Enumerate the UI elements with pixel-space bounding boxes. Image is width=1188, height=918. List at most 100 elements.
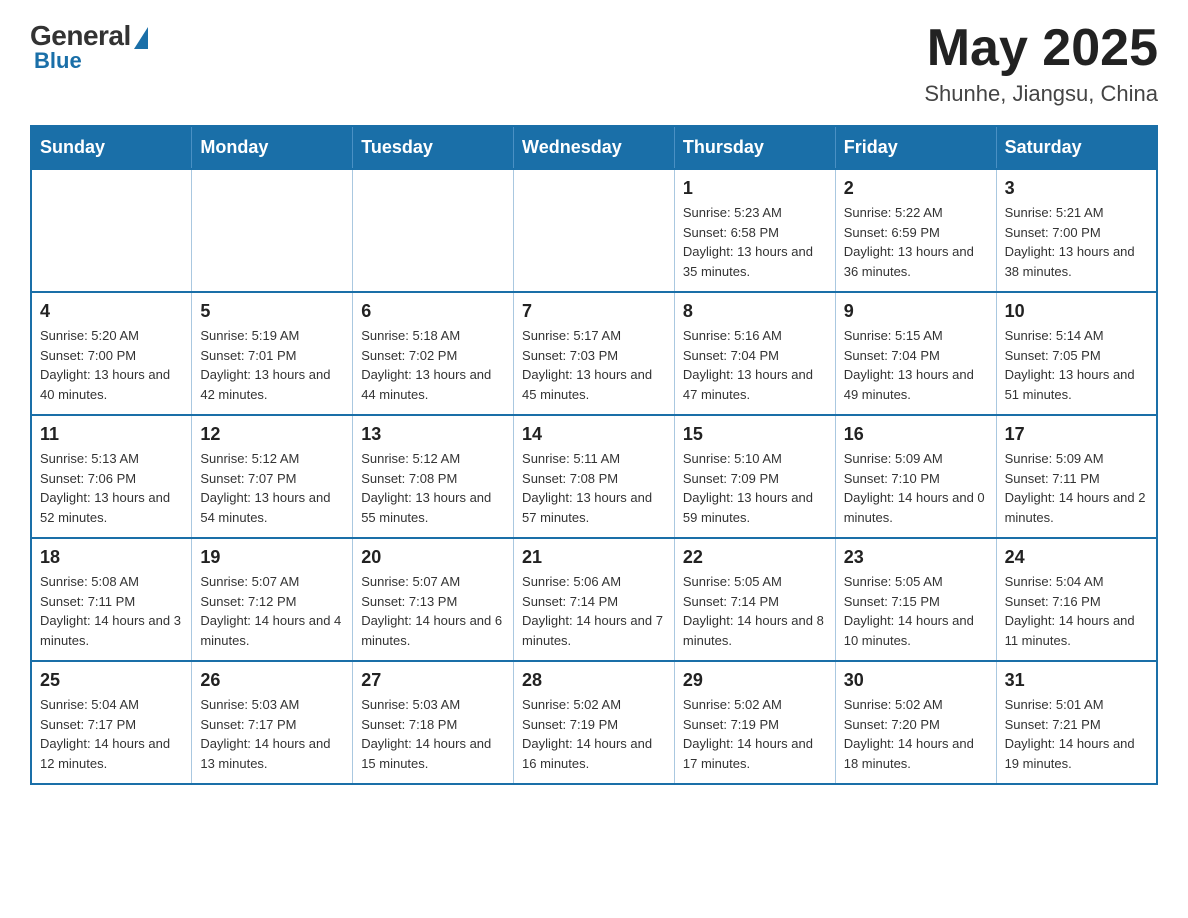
day-info: Sunrise: 5:23 AM Sunset: 6:58 PM Dayligh… xyxy=(683,203,827,281)
day-info: Sunrise: 5:09 AM Sunset: 7:10 PM Dayligh… xyxy=(844,449,988,527)
day-number: 24 xyxy=(1005,547,1148,568)
day-number: 21 xyxy=(522,547,666,568)
day-number: 23 xyxy=(844,547,988,568)
calendar-cell: 12 Sunrise: 5:12 AM Sunset: 7:07 PM Dayli… xyxy=(192,415,353,538)
day-info: Sunrise: 5:07 AM Sunset: 7:12 PM Dayligh… xyxy=(200,572,344,650)
page-header: General Blue May 2025 Shunhe, Jiangsu, C… xyxy=(30,20,1158,107)
calendar-week-row: 1 Sunrise: 5:23 AM Sunset: 6:58 PM Daylig… xyxy=(31,169,1157,292)
day-number: 22 xyxy=(683,547,827,568)
calendar-cell: 24Sunrise: 5:04 AM Sunset: 7:16 PM Dayli… xyxy=(996,538,1157,661)
calendar-cell: 2 Sunrise: 5:22 AM Sunset: 6:59 PM Daylig… xyxy=(835,169,996,292)
calendar-cell: 23 Sunrise: 5:05 AM Sunset: 7:15 PM Dayli… xyxy=(835,538,996,661)
location: Shunhe, Jiangsu, China xyxy=(924,81,1158,107)
day-number: 16 xyxy=(844,424,988,445)
day-info: Sunrise: 5:03 AM Sunset: 7:18 PM Dayligh… xyxy=(361,695,505,773)
calendar-cell: 21Sunrise: 5:06 AM Sunset: 7:14 PM Dayli… xyxy=(514,538,675,661)
calendar-cell: 31Sunrise: 5:01 AM Sunset: 7:21 PM Dayli… xyxy=(996,661,1157,784)
day-info: Sunrise: 5:10 AM Sunset: 7:09 PM Dayligh… xyxy=(683,449,827,527)
day-number: 25 xyxy=(40,670,183,691)
calendar-cell: 20Sunrise: 5:07 AM Sunset: 7:13 PM Dayli… xyxy=(353,538,514,661)
day-number: 3 xyxy=(1005,178,1148,199)
day-info: Sunrise: 5:07 AM Sunset: 7:13 PM Dayligh… xyxy=(361,572,505,650)
calendar-cell: 17Sunrise: 5:09 AM Sunset: 7:11 PM Dayli… xyxy=(996,415,1157,538)
day-number: 28 xyxy=(522,670,666,691)
weekday-header-saturday: Saturday xyxy=(996,126,1157,169)
day-number: 12 xyxy=(200,424,344,445)
calendar-cell: 18 Sunrise: 5:08 AM Sunset: 7:11 PM Dayli… xyxy=(31,538,192,661)
day-info: Sunrise: 5:02 AM Sunset: 7:19 PM Dayligh… xyxy=(522,695,666,773)
day-info: Sunrise: 5:02 AM Sunset: 7:19 PM Dayligh… xyxy=(683,695,827,773)
calendar-cell: 14Sunrise: 5:11 AM Sunset: 7:08 PM Dayli… xyxy=(514,415,675,538)
calendar-header-row: SundayMondayTuesdayWednesdayThursdayFrid… xyxy=(31,126,1157,169)
day-number: 1 xyxy=(683,178,827,199)
day-info: Sunrise: 5:03 AM Sunset: 7:17 PM Dayligh… xyxy=(200,695,344,773)
calendar-table: SundayMondayTuesdayWednesdayThursdayFrid… xyxy=(30,125,1158,785)
day-number: 11 xyxy=(40,424,183,445)
day-number: 18 xyxy=(40,547,183,568)
calendar-cell: 19 Sunrise: 5:07 AM Sunset: 7:12 PM Dayli… xyxy=(192,538,353,661)
day-info: Sunrise: 5:21 AM Sunset: 7:00 PM Dayligh… xyxy=(1005,203,1148,281)
calendar-cell: 7 Sunrise: 5:17 AM Sunset: 7:03 PM Daylig… xyxy=(514,292,675,415)
day-number: 26 xyxy=(200,670,344,691)
weekday-header-sunday: Sunday xyxy=(31,126,192,169)
day-info: Sunrise: 5:01 AM Sunset: 7:21 PM Dayligh… xyxy=(1005,695,1148,773)
calendar-cell: 16 Sunrise: 5:09 AM Sunset: 7:10 PM Dayli… xyxy=(835,415,996,538)
title-block: May 2025 Shunhe, Jiangsu, China xyxy=(924,20,1158,107)
day-info: Sunrise: 5:05 AM Sunset: 7:14 PM Dayligh… xyxy=(683,572,827,650)
day-info: Sunrise: 5:05 AM Sunset: 7:15 PM Dayligh… xyxy=(844,572,988,650)
day-number: 2 xyxy=(844,178,988,199)
day-info: Sunrise: 5:08 AM Sunset: 7:11 PM Dayligh… xyxy=(40,572,183,650)
day-number: 4 xyxy=(40,301,183,322)
calendar-cell: 25 Sunrise: 5:04 AM Sunset: 7:17 PM Dayli… xyxy=(31,661,192,784)
calendar-cell: 30Sunrise: 5:02 AM Sunset: 7:20 PM Dayli… xyxy=(835,661,996,784)
day-number: 10 xyxy=(1005,301,1148,322)
day-info: Sunrise: 5:16 AM Sunset: 7:04 PM Dayligh… xyxy=(683,326,827,404)
day-info: Sunrise: 5:12 AM Sunset: 7:07 PM Dayligh… xyxy=(200,449,344,527)
weekday-header-monday: Monday xyxy=(192,126,353,169)
calendar-cell: 9 Sunrise: 5:15 AM Sunset: 7:04 PM Daylig… xyxy=(835,292,996,415)
day-number: 8 xyxy=(683,301,827,322)
weekday-header-thursday: Thursday xyxy=(674,126,835,169)
weekday-header-tuesday: Tuesday xyxy=(353,126,514,169)
calendar-cell: 26 Sunrise: 5:03 AM Sunset: 7:17 PM Dayli… xyxy=(192,661,353,784)
calendar-cell xyxy=(192,169,353,292)
weekday-header-friday: Friday xyxy=(835,126,996,169)
day-number: 9 xyxy=(844,301,988,322)
calendar-cell: 28 Sunrise: 5:02 AM Sunset: 7:19 PM Dayli… xyxy=(514,661,675,784)
calendar-week-row: 18 Sunrise: 5:08 AM Sunset: 7:11 PM Dayli… xyxy=(31,538,1157,661)
day-number: 7 xyxy=(522,301,666,322)
day-info: Sunrise: 5:22 AM Sunset: 6:59 PM Dayligh… xyxy=(844,203,988,281)
calendar-cell xyxy=(514,169,675,292)
calendar-cell: 15 Sunrise: 5:10 AM Sunset: 7:09 PM Dayli… xyxy=(674,415,835,538)
calendar-week-row: 11Sunrise: 5:13 AM Sunset: 7:06 PM Dayli… xyxy=(31,415,1157,538)
calendar-cell: 10 Sunrise: 5:14 AM Sunset: 7:05 PM Dayli… xyxy=(996,292,1157,415)
day-info: Sunrise: 5:17 AM Sunset: 7:03 PM Dayligh… xyxy=(522,326,666,404)
calendar-cell: 11Sunrise: 5:13 AM Sunset: 7:06 PM Dayli… xyxy=(31,415,192,538)
day-number: 15 xyxy=(683,424,827,445)
calendar-cell: 13Sunrise: 5:12 AM Sunset: 7:08 PM Dayli… xyxy=(353,415,514,538)
month-title: May 2025 xyxy=(924,20,1158,77)
calendar-cell: 27Sunrise: 5:03 AM Sunset: 7:18 PM Dayli… xyxy=(353,661,514,784)
day-info: Sunrise: 5:04 AM Sunset: 7:17 PM Dayligh… xyxy=(40,695,183,773)
calendar-week-row: 25 Sunrise: 5:04 AM Sunset: 7:17 PM Dayli… xyxy=(31,661,1157,784)
day-info: Sunrise: 5:09 AM Sunset: 7:11 PM Dayligh… xyxy=(1005,449,1148,527)
day-info: Sunrise: 5:15 AM Sunset: 7:04 PM Dayligh… xyxy=(844,326,988,404)
day-number: 29 xyxy=(683,670,827,691)
calendar-cell: 6 Sunrise: 5:18 AM Sunset: 7:02 PM Daylig… xyxy=(353,292,514,415)
calendar-cell xyxy=(31,169,192,292)
calendar-cell: 22 Sunrise: 5:05 AM Sunset: 7:14 PM Dayli… xyxy=(674,538,835,661)
day-number: 14 xyxy=(522,424,666,445)
calendar-cell: 8 Sunrise: 5:16 AM Sunset: 7:04 PM Daylig… xyxy=(674,292,835,415)
logo-blue-text: Blue xyxy=(34,48,82,74)
calendar-cell xyxy=(353,169,514,292)
weekday-header-wednesday: Wednesday xyxy=(514,126,675,169)
day-info: Sunrise: 5:14 AM Sunset: 7:05 PM Dayligh… xyxy=(1005,326,1148,404)
day-number: 6 xyxy=(361,301,505,322)
calendar-cell: 29 Sunrise: 5:02 AM Sunset: 7:19 PM Dayli… xyxy=(674,661,835,784)
calendar-cell: 5Sunrise: 5:19 AM Sunset: 7:01 PM Daylig… xyxy=(192,292,353,415)
day-info: Sunrise: 5:12 AM Sunset: 7:08 PM Dayligh… xyxy=(361,449,505,527)
day-info: Sunrise: 5:02 AM Sunset: 7:20 PM Dayligh… xyxy=(844,695,988,773)
day-number: 19 xyxy=(200,547,344,568)
calendar-cell: 3 Sunrise: 5:21 AM Sunset: 7:00 PM Daylig… xyxy=(996,169,1157,292)
day-info: Sunrise: 5:18 AM Sunset: 7:02 PM Dayligh… xyxy=(361,326,505,404)
